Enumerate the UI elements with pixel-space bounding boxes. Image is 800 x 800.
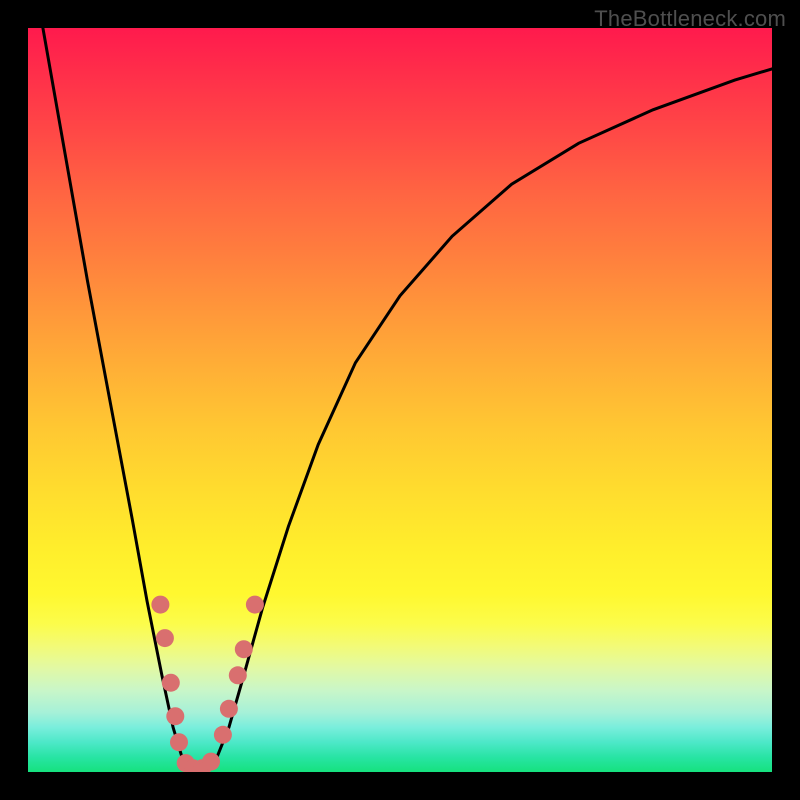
marker-dot xyxy=(166,707,184,725)
chart-svg xyxy=(28,28,772,772)
marker-dot xyxy=(235,640,253,658)
marker-dot xyxy=(202,753,220,771)
markers-layer xyxy=(151,596,264,772)
marker-dot xyxy=(170,733,188,751)
plot-area xyxy=(28,28,772,772)
marker-dot xyxy=(220,700,238,718)
marker-dot xyxy=(214,726,232,744)
marker-dot xyxy=(246,596,264,614)
marker-dot xyxy=(229,666,247,684)
watermark-text: TheBottleneck.com xyxy=(594,6,786,32)
bottleneck-curve xyxy=(43,28,772,772)
curve-layer xyxy=(43,28,772,772)
marker-dot xyxy=(156,629,174,647)
outer-frame: TheBottleneck.com xyxy=(0,0,800,800)
marker-dot xyxy=(162,674,180,692)
marker-dot xyxy=(151,596,169,614)
